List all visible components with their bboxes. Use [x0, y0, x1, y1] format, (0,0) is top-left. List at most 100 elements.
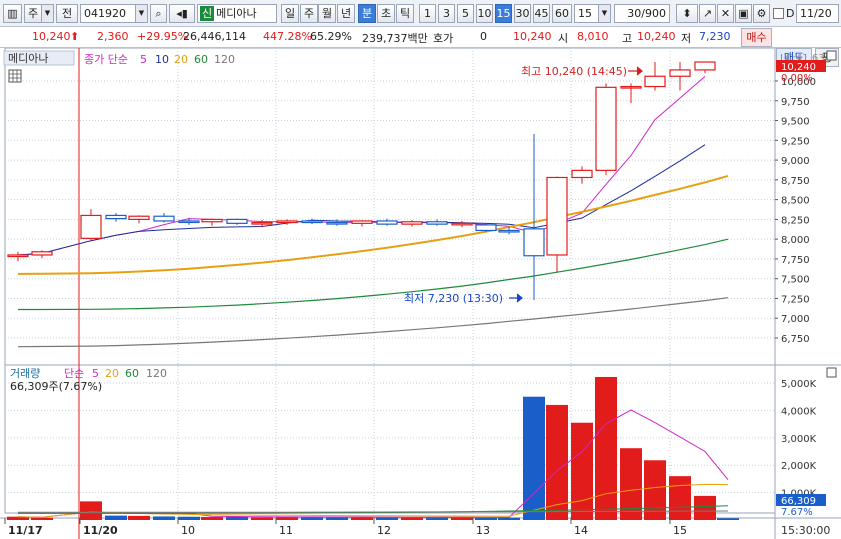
volume-bar [226, 516, 248, 520]
candle-body [546, 176, 568, 256]
candle-body [301, 220, 323, 224]
interval-select-value: 15 [578, 7, 592, 20]
volume-bar [546, 404, 568, 520]
high-annotation: 최고 10,240 (14:45) [521, 65, 627, 78]
x-tick-label: 11/17 [8, 524, 43, 537]
draw-tool-icon[interactable]: ↗ [699, 4, 716, 23]
x-tick-label: 13 [476, 524, 490, 537]
volume-pane-close-icon[interactable] [826, 367, 837, 378]
open-label: 시 [558, 32, 569, 45]
axis-time: 15:30:00 [781, 524, 830, 537]
chevron-down-icon[interactable]: ▼ [135, 5, 147, 22]
bid-price: 10,240 [513, 30, 552, 43]
x-tick-label: 12 [377, 524, 391, 537]
count-total: /900 [641, 7, 666, 20]
volume-ma-120: 120 [146, 367, 167, 380]
interval-button-15[interactable]: 15 [495, 4, 512, 23]
interval-select[interactable]: 15 ▼ [574, 4, 611, 23]
candle-body [31, 251, 53, 256]
candle-body [226, 218, 248, 224]
candle-body [620, 85, 642, 89]
x-tick-label: 11/20 [83, 524, 118, 537]
trade-amount: 239,737백만 [362, 32, 428, 45]
count-field[interactable]: 30/900 [614, 4, 670, 23]
open-value: 8,010 [577, 30, 609, 43]
volume-tick-label: 3,000K [781, 434, 817, 445]
candle-body [426, 221, 448, 225]
interval-button-30[interactable]: 30 [514, 4, 531, 23]
period-select[interactable]: 주 ▼ [24, 4, 54, 23]
price-tick-label: 8,500 [781, 196, 810, 207]
volume-bar [475, 517, 497, 520]
price-tick-label: 7,250 [781, 294, 810, 305]
sound-icon[interactable]: ◂▮ [169, 4, 195, 23]
gear-icon[interactable]: ⚙ [753, 4, 770, 23]
volume-ma-20: 20 [105, 367, 119, 380]
stock-code-input[interactable]: 041920 ▼ [80, 4, 148, 23]
volume-tick-label: 2,000K [781, 461, 817, 472]
tab-3[interactable]: 년 [337, 4, 355, 23]
prev-button[interactable]: 전 [56, 4, 78, 23]
price-tick-label: 9,000 [781, 156, 810, 167]
save-icon[interactable]: ▣ [735, 4, 752, 23]
volume-bar [201, 516, 223, 520]
price-tag-text: 10,240 [781, 62, 816, 73]
stock-code-value: 041920 [84, 7, 126, 20]
price-pane-frame [4, 48, 776, 514]
stock-name-field[interactable]: 신 메디아나 [197, 4, 277, 23]
volume-tick-label: 4,000K [781, 406, 817, 417]
candle-body [401, 221, 423, 225]
tab-2[interactable]: 월 [318, 4, 336, 23]
hoga-label: 호가 [433, 32, 454, 45]
date-field[interactable]: 11/20 [796, 4, 839, 23]
up-arrow-icon: ⬆ [70, 30, 80, 43]
x-tick-label: 15 [673, 524, 687, 537]
price-pct-tag: 0.00% [781, 73, 813, 84]
interval-button-60[interactable]: 60 [552, 4, 572, 23]
chevron-down-icon: ▼ [41, 5, 53, 22]
high-value: 10,240 [637, 30, 676, 43]
candle-body [475, 224, 497, 232]
price-tick-label: 7,500 [781, 275, 810, 286]
table-icon[interactable] [8, 69, 22, 83]
date-checkbox[interactable] [773, 8, 784, 19]
buy-button[interactable]: 매수 [741, 28, 772, 47]
interval-button-3[interactable]: 3 [438, 4, 455, 23]
volume-bar [571, 422, 593, 520]
close-icon[interactable]: ✕ [717, 4, 734, 23]
chart-window: ▥ 주 ▼ 전 041920 ▼ ⌕ ◂▮ 신 메디아나 일주월년분초틱 1351… [0, 0, 841, 539]
stock-name: 메디아나 [216, 7, 257, 20]
date-value: 11/20 [800, 7, 832, 20]
candle-body [571, 169, 593, 179]
search-icon[interactable]: ⌕ [150, 4, 167, 23]
low-annotation: 최저 7,230 (13:30) [404, 292, 503, 305]
interval-button-45[interactable]: 45 [533, 4, 550, 23]
indicator-icon[interactable]: ⬍ [676, 4, 698, 23]
legend-ma-5: 5 [140, 53, 147, 66]
tab-1[interactable]: 주 [300, 4, 318, 23]
interval-button-5[interactable]: 5 [457, 4, 474, 23]
tab-0[interactable]: 일 [281, 4, 299, 23]
price-volume-chart[interactable]: 10,0009,7509,5009,2509,0008,7508,5008,25… [0, 48, 841, 539]
legend-ma-title: 종가 단순 [84, 53, 128, 66]
turnover-percent: 65.29% [310, 30, 352, 43]
chart-menu-icon[interactable]: ▥ [3, 4, 22, 23]
price-tick-label: 7,750 [781, 255, 810, 266]
tab-6[interactable]: 틱 [396, 4, 414, 23]
candle-body [7, 254, 29, 258]
price-tick-label: 8,750 [781, 176, 810, 187]
legend-stock-name: 메디아나 [8, 52, 48, 65]
current-price: 10,240 [32, 30, 71, 43]
price-pane-close-icon[interactable] [826, 50, 837, 61]
low-label: 저 [681, 32, 692, 45]
volume-ratio: 447.28% [263, 30, 312, 43]
chevron-down-icon: ▼ [598, 5, 610, 22]
tab-5[interactable]: 초 [377, 4, 395, 23]
interval-button-10[interactable]: 10 [476, 4, 493, 23]
tab-4[interactable]: 분 [358, 4, 376, 23]
candle-body [644, 75, 666, 88]
price-tick-label: 8,250 [781, 215, 810, 226]
interval-button-1[interactable]: 1 [419, 4, 436, 23]
volume-ma-5: 5 [92, 367, 99, 380]
legend-ma-20: 20 [174, 53, 188, 66]
